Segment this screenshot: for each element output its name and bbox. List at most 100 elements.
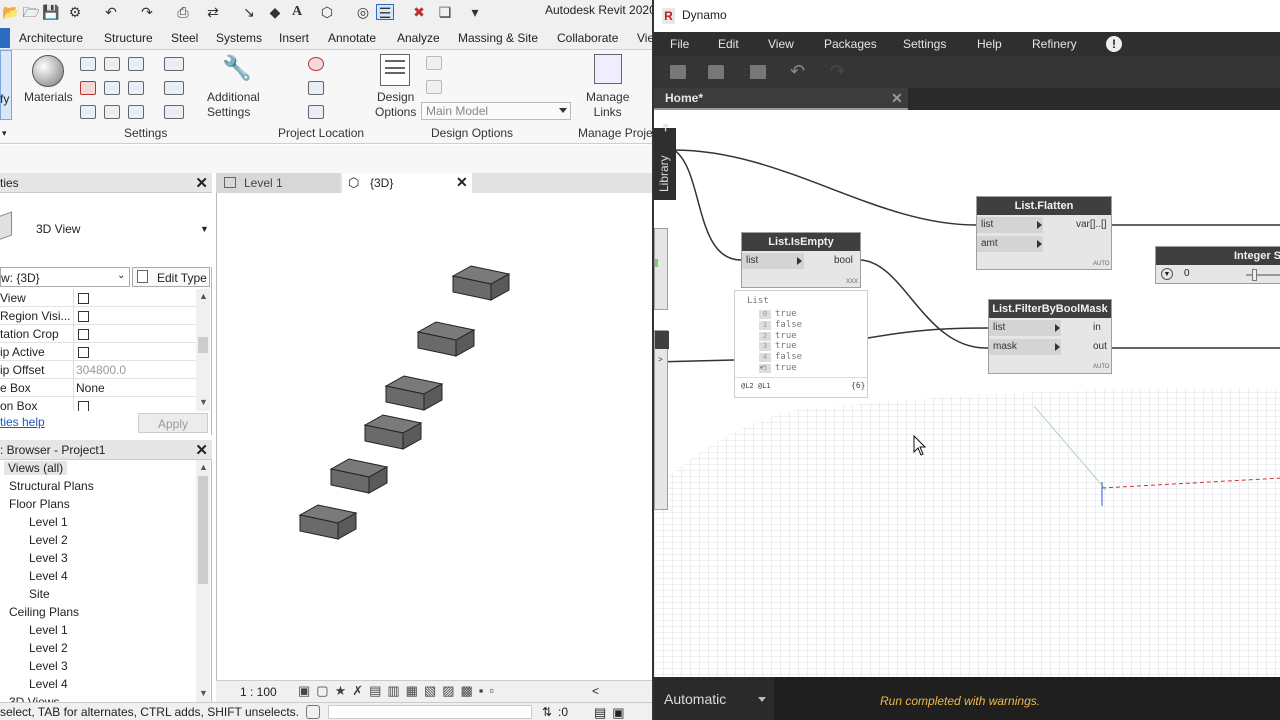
undo-icon[interactable]: ↶ [102,4,120,20]
save-icon[interactable]: 💾 [42,4,60,20]
redo-icon[interactable]: ↷ [830,61,846,81]
filter-icon[interactable]: ⇅ [542,705,552,719]
browser-tree-item[interactable]: Level 1 [29,515,68,529]
menu-view[interactable]: View [768,37,794,51]
additional-settings-button[interactable]: Additional Settings [207,90,260,120]
browser-tree-item[interactable]: Level 2 [29,533,68,547]
print-icon[interactable]: ⎙ [174,4,192,20]
location-icon[interactable] [308,57,324,71]
worksets-icon[interactable] [306,705,320,719]
open-icon[interactable]: 📂 [2,4,20,20]
library-panel-toggle[interactable]: ➔ Library [654,123,676,200]
menu-edit[interactable]: Edit [718,37,739,51]
run-mode-dropdown[interactable]: Automatic [654,677,774,720]
coordinates-icon[interactable] [308,81,324,95]
property-row[interactable]: tation Crop [0,325,196,343]
tab-systems[interactable]: Systems [216,31,262,45]
output-arrow-icon[interactable]: > [658,355,663,364]
view-control-icons[interactable]: ▣▢★✗▤▥▦▧▨▩▪▫ [298,683,500,699]
scroll-thumb[interactable] [198,476,208,584]
wrench-icon[interactable]: 🔧 [222,54,252,84]
property-row[interactable]: e Box None [0,379,196,397]
property-row[interactable]: View [0,289,196,307]
output-port-in[interactable]: in [1089,320,1111,336]
scroll-down-icon[interactable]: ▼ [199,397,208,407]
close-icon[interactable]: ✕ [195,441,208,459]
open-file-icon[interactable] [708,65,724,79]
tag-icon[interactable]: ◆ [266,4,284,20]
output-port-bool[interactable]: bool [832,253,860,269]
properties-help-link[interactable]: ties help [0,415,45,429]
thin-lines-icon[interactable]: ☰ [376,4,394,21]
edit-type-button[interactable]: Edit Type [132,267,210,287]
browser-tree-item[interactable]: Level 3 [29,551,68,565]
property-checkbox[interactable] [78,329,89,340]
notification-warning-icon[interactable]: ! [1106,36,1122,52]
measure-icon[interactable]: ⇄ [204,4,222,20]
node-preview-watch[interactable]: List 0 true 1 false 2 true 3 true 4 false 5 true ▾ … [734,290,868,398]
design-options-icon[interactable] [380,54,410,86]
redo-icon[interactable]: ↷ [138,4,156,20]
tab-insert[interactable]: Insert [279,31,309,45]
text-icon[interactable]: A [288,4,306,20]
mep-settings-icon[interactable] [164,81,184,95]
tab-modify-indicator[interactable] [0,28,10,48]
browser-tree-item[interactable]: Structural Plans [9,479,94,493]
close-icon[interactable]: ✕ [456,174,468,191]
type-selector[interactable]: 3D View ▼ [0,193,212,267]
browser-tree-item[interactable]: Level 2 [29,641,68,655]
tab-collaborate[interactable]: Collaborate [557,31,618,45]
menu-refinery[interactable]: Refinery [1032,37,1077,51]
tab-architecture[interactable]: Architecture [19,31,83,45]
pick-to-edit-icon[interactable] [426,80,442,94]
menu-file[interactable]: File [670,37,689,51]
browser-tree-item[interactable]: Level 1 [29,623,68,637]
project-units-icon[interactable] [128,105,144,119]
output-port-var[interactable]: var[]..[] [1073,217,1111,233]
tab-3d[interactable]: ⬡ {3D} ✕ [342,173,472,193]
tab-annotate[interactable]: Annotate [328,31,376,45]
browser-scrollbar[interactable]: ▲ ▼ [196,460,210,702]
property-value[interactable]: 304800.0 [76,363,126,377]
transfer-standards-icon[interactable] [80,105,96,119]
chevron-left-icon[interactable]: < [592,684,599,698]
node-list-isempty[interactable]: List.IsEmpty list bool XXX [741,232,861,288]
node-list-filterbyboolmask[interactable]: List.FilterByBoolMask list mask in out A… [988,299,1112,374]
view-scale[interactable]: 1 : 100 [240,685,277,699]
tab-massing-site[interactable]: Massing & Site [458,31,538,45]
structural-settings-icon[interactable] [164,57,184,71]
materials-button[interactable]: Materials [24,90,73,105]
property-value[interactable]: None [76,381,105,395]
tab-level-1[interactable]: Level 1 [216,173,340,193]
property-checkbox[interactable] [78,311,89,322]
graph-canvas[interactable]: > ➔ Library List.Flatten list amt var[].… [654,110,1280,677]
modify-button[interactable] [0,50,12,120]
scroll-up-icon[interactable]: ▲ [199,462,208,472]
chevron-down-icon[interactable]: ▼ [200,224,209,234]
input-port-list[interactable]: list [989,320,1061,336]
property-row[interactable]: on Box [0,397,196,411]
active-workset-dropdown[interactable] [328,705,532,719]
arrow-right-icon[interactable]: ➔ [659,123,672,132]
shared-parameters-icon[interactable] [104,81,120,95]
properties-scrollbar[interactable]: ▲ ▼ [196,289,210,411]
input-port-list[interactable]: list [977,217,1043,233]
tab-steel[interactable]: Steel [171,31,198,45]
new-file-icon[interactable] [670,65,686,79]
property-row[interactable]: Region Visi... [0,307,196,325]
design-option-dropdown[interactable]: Main Model [421,102,571,120]
close-hidden-icon[interactable]: ✖ [410,4,428,20]
view-instance-selector[interactable]: w: {3D} ⌄ [0,267,130,287]
switch-windows-icon[interactable]: ❏ [436,4,454,20]
undo-icon[interactable]: ↶ [790,61,806,81]
partial-node-left-2[interactable]: > [654,330,669,510]
property-row[interactable]: ip Offset 304800.0 [0,361,196,379]
output-port-out[interactable]: out [1089,339,1111,355]
node-integer-slider[interactable]: Integer Sli ▼ 0 [1155,246,1280,284]
slider-handle[interactable] [1252,269,1257,281]
property-checkbox[interactable] [78,401,89,411]
open-folder-icon[interactable]: 🗁 [22,4,40,20]
apply-button[interactable]: Apply [138,413,208,433]
scroll-thumb[interactable] [198,337,208,353]
node-list-flatten[interactable]: List.Flatten list amt var[]..[] AUTO [976,196,1112,270]
